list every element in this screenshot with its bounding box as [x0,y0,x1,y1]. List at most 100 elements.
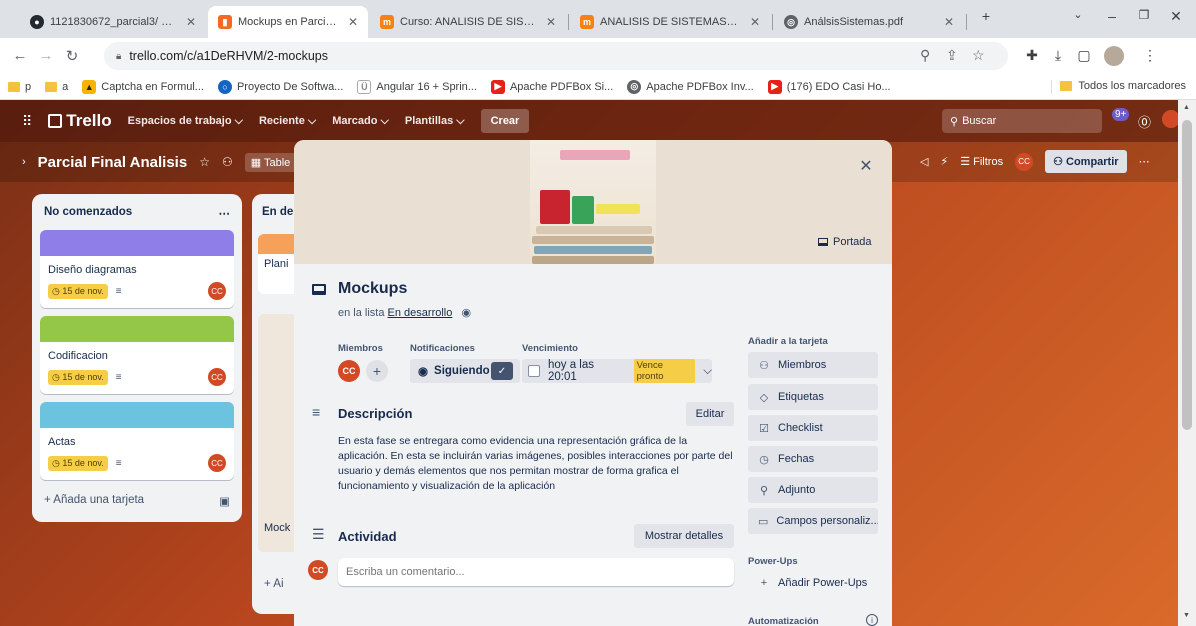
forward-icon[interactable]: → [36,47,56,64]
attachment-button[interactable]: ⚲ Adjunto [748,477,878,503]
workspace-visibility-icon[interactable]: ⚇ [222,155,233,169]
scroll-down-icon[interactable]: ▼ [1183,612,1190,619]
list-card[interactable]: Actas ◷ 15 de nov. ≡ CC [40,402,234,480]
close-tab-icon[interactable]: ✕ [944,15,954,29]
download-icon[interactable]: ⤓ [1048,47,1068,64]
comment-input[interactable] [338,558,734,586]
help-icon[interactable]: ⓪ [1138,112,1151,131]
list-card[interactable]: Diseño diagramas ◷ 15 de nov. ≡ CC [40,230,234,308]
bookmark-star-icon[interactable]: ☆ [972,47,985,64]
tag-icon: ◇ [759,391,769,404]
tab-title: ANALISIS DE SISTEMAS [G1] [600,16,740,28]
side-panel-icon[interactable]: ▢ [1074,47,1094,64]
scroll-thumb[interactable] [1182,120,1192,430]
tab-search-icon[interactable]: ⌄ [1064,8,1092,21]
card-title[interactable]: Mockups [338,280,407,298]
cover-button[interactable]: Portada [818,236,872,248]
restore-icon[interactable]: ❐ [1130,8,1158,22]
due-date-button[interactable]: hoy a las 20:01 Vence pronto ⌵ [522,359,712,383]
checklist-button[interactable]: ☑ Checklist [748,415,878,441]
browser-tab-curso[interactable]: m Curso: ANALISIS DE SISTEMA ✕ [370,6,566,38]
notifications-badge[interactable]: 9+ [1112,108,1130,121]
automation-icon[interactable]: ⚡︎ [940,155,948,168]
close-tab-icon[interactable]: ✕ [348,15,358,29]
reload-icon[interactable]: ↻ [62,47,82,65]
due-complete-checkbox[interactable] [528,365,540,377]
powerups-icon[interactable]: ◁ [920,155,928,168]
member-avatar[interactable]: CC [1015,152,1034,171]
bookmark-angular[interactable]: Ü Angular 16 + Sprin... [357,79,477,94]
menu-starred[interactable]: Marcado ⌵ [332,115,389,128]
share-page-icon[interactable]: ⇪ [946,47,958,64]
add-card-button[interactable]: + Ai [264,578,284,590]
scroll-up-icon[interactable]: ▲ [1183,104,1190,111]
close-window-icon[interactable]: ✕ [1162,8,1190,25]
due-value: hoy a las 20:01 [547,359,594,383]
profile-avatar[interactable] [1104,46,1124,66]
close-modal-icon[interactable]: ✕ [856,156,876,176]
close-tab-icon[interactable]: ✕ [186,15,196,29]
menu-label: Marcado [332,114,378,127]
more-icon[interactable]: ⋯ [1139,155,1150,168]
bookmark-proyecto[interactable]: ○ Proyecto De Softwa... [217,79,343,94]
custom-fields-button[interactable]: ▭ Campos personaliz... [748,508,878,534]
browser-tab-analisis[interactable]: m ANALISIS DE SISTEMAS [G1] ✕ [570,6,770,38]
labels-button[interactable]: ◇ Etiquetas [748,384,878,410]
add-powerups-button[interactable]: + Añadir Power-Ups [748,570,878,596]
close-tab-icon[interactable]: ✕ [750,15,760,29]
star-icon[interactable]: ☆ [199,155,210,169]
browser-tab-trello[interactable]: ▮ Mockups en Parcial Final An ✕ [208,6,368,38]
description-text[interactable]: En esta fase se entregara como evidencia… [338,434,734,494]
close-tab-icon[interactable]: ✕ [546,15,556,29]
share-button[interactable]: ⚇ Compartir [1045,150,1127,173]
create-button[interactable]: Crear [480,109,530,133]
bookmark-pdfbox-2[interactable]: ◎ Apache PDFBox Inv... [627,79,754,94]
back-icon[interactable]: ← [10,47,30,64]
edit-description-button[interactable]: Editar [686,402,734,426]
list-card[interactable]: Codificacion ◷ 15 de nov. ≡ CC [40,316,234,394]
list-header[interactable]: No comenzados ⋯ [40,202,234,230]
menu-templates[interactable]: Plantillas ⌵ [405,115,465,128]
bookmark-folder-p[interactable]: p [8,81,31,93]
zoom-icon[interactable]: ⚲ [920,47,930,64]
list-link[interactable]: En desarrollo [388,307,453,319]
members-button[interactable]: ⚇ Miembros [748,352,878,378]
info-icon[interactable]: i [866,614,878,626]
bookmark-edo[interactable]: ▶ (176) EDO Casi Ho... [767,79,891,94]
powerups-label: Power-Ups [748,556,798,567]
bookmark-pdfbox-1[interactable]: ▶ Apache PDFBox Si... [490,79,613,94]
address-bar[interactable]: 🔒︎ trello.com/c/a1DeRHVM/2-mockups [104,42,1008,70]
list-menu-icon[interactable]: ⋯ [219,206,231,220]
in-list-prefix: en la lista [338,307,385,319]
browser-menu-icon[interactable]: ⋮ [1140,47,1160,64]
app-switcher-icon[interactable]: ⠿ [22,113,32,130]
trello-logo[interactable]: Trello [48,111,112,131]
bookmark-captcha[interactable]: ▲ Captcha en Formul... [82,79,204,94]
browser-tab-github[interactable]: ● 1121830672_parcial3/ at ma ✕ [20,6,206,38]
minimize-icon[interactable]: – [1098,8,1126,24]
globe-icon: ◎ [784,15,798,29]
expand-sidebar-icon[interactable]: › [22,156,26,168]
add-card-button[interactable]: + Añada una tarjeta ▣ [40,488,234,514]
search-input[interactable]: ⚲ Buscar [942,109,1102,133]
dates-button[interactable]: ◷ Fechas [748,446,878,472]
browser-tab-pdf[interactable]: ◎ AnálsisSistemas.pdf ✕ [774,6,964,38]
menu-recent[interactable]: Reciente ⌵ [259,115,316,128]
bookmark-folder-a[interactable]: a [45,81,68,93]
menu-label: Espacios de trabajo [127,114,232,127]
board-view-tab[interactable]: ▦ Table [244,152,297,172]
user-avatar[interactable] [1162,110,1178,128]
filters-button[interactable]: ☰ Filtros [960,155,1003,168]
new-tab-icon[interactable]: + [972,8,1000,24]
all-bookmarks[interactable]: Todos los marcadores [1060,80,1186,92]
add-member-button[interactable]: + [366,360,388,382]
extensions-icon[interactable]: ✚ [1022,47,1042,64]
member-avatar[interactable]: CC [338,360,360,382]
template-icon[interactable]: ▣ [219,494,230,508]
show-details-button[interactable]: Mostrar detalles [634,524,734,548]
menu-workspaces[interactable]: Espacios de trabajo ⌵ [128,115,243,128]
card-detail-modal: ✕ Portada Mockups en la lista En desarro… [294,140,892,626]
board-title[interactable]: Parcial Final Analisis [38,154,188,171]
side-button-label: Etiquetas [778,391,824,403]
page-scrollbar[interactable]: ▲ ▼ [1178,100,1196,626]
